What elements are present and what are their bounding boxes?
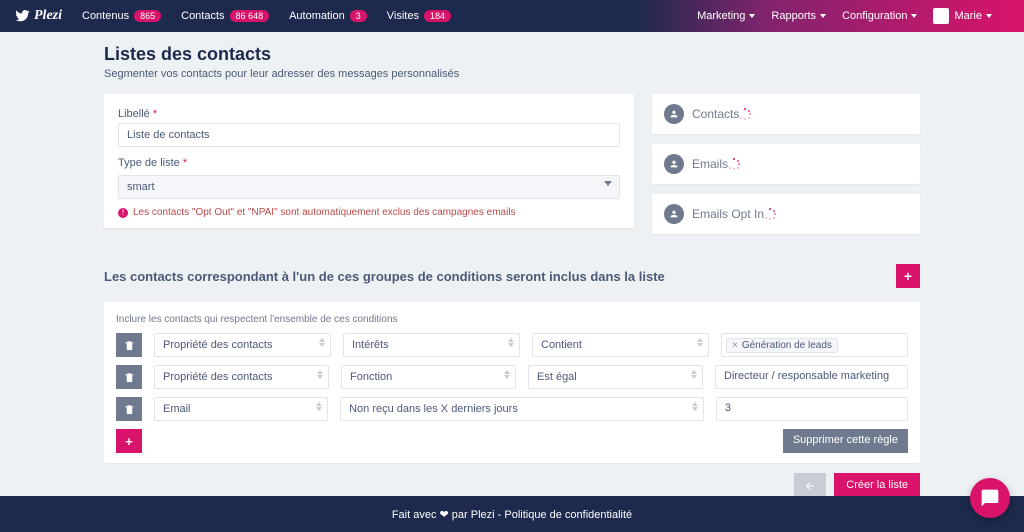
- page: Listes des contacts Segmenter vos contac…: [0, 32, 1024, 499]
- page-title: Listes des contacts: [104, 44, 920, 65]
- spinner-icon: [739, 108, 751, 120]
- sort-icon: [504, 370, 510, 379]
- rule-op-select[interactable]: [532, 333, 709, 357]
- rule-row: Directeur / responsable marketing: [116, 365, 908, 389]
- libelle-input[interactable]: [118, 123, 620, 147]
- chevron-down-icon: [986, 14, 992, 18]
- form-card: Libellé * Type de liste * ! Les contacts…: [104, 94, 634, 228]
- sort-icon: [692, 402, 698, 411]
- rule-value-input[interactable]: 3: [716, 397, 908, 421]
- nav-right: Marketing Rapports Configuration Marie: [697, 8, 1008, 24]
- libelle-label: Libellé *: [118, 108, 620, 120]
- stat-emails-optin: Emails Opt In: [652, 194, 920, 234]
- chevron-down-icon: [604, 181, 612, 186]
- close-icon: ×: [732, 340, 738, 351]
- nav-configuration[interactable]: Configuration: [842, 10, 917, 22]
- section-title: Les contacts correspondant à l'un de ces…: [104, 269, 665, 284]
- sort-icon: [316, 402, 322, 411]
- rule-op-select[interactable]: [528, 365, 703, 389]
- type-select[interactable]: [118, 172, 620, 199]
- type-label: Type de liste *: [118, 157, 620, 169]
- footer: Fait avec ❤ par Plezi - Politique de con…: [0, 496, 1024, 532]
- nav-marketing[interactable]: Marketing: [697, 10, 755, 22]
- sort-icon: [508, 338, 514, 347]
- sort-icon: [319, 338, 325, 347]
- chat-button[interactable]: [970, 478, 1010, 518]
- badge: 86 648: [230, 10, 270, 22]
- person-icon: [664, 104, 684, 124]
- rule-field-select[interactable]: [343, 333, 520, 357]
- rule-field-select[interactable]: [341, 365, 516, 389]
- stat-emails: Emails: [652, 144, 920, 184]
- delete-row-button[interactable]: [116, 333, 142, 357]
- rule-field-select[interactable]: [340, 397, 704, 421]
- person-icon: [664, 154, 684, 174]
- chevron-down-icon: [911, 14, 917, 18]
- tag[interactable]: ×Génération de leads: [726, 338, 838, 353]
- rule-value-input[interactable]: Directeur / responsable marketing: [715, 365, 908, 389]
- nav-automation[interactable]: Automation3: [289, 10, 367, 22]
- brand[interactable]: Plezi: [16, 8, 62, 24]
- sort-icon: [317, 370, 323, 379]
- chevron-down-icon: [749, 14, 755, 18]
- chevron-down-icon: [820, 14, 826, 18]
- avatar: [933, 8, 949, 24]
- badge: 3: [350, 10, 367, 22]
- person-icon: [664, 204, 684, 224]
- rule-value-tags[interactable]: ×Génération de leads: [721, 333, 908, 357]
- sort-icon: [697, 338, 703, 347]
- spinner-icon: [728, 158, 740, 170]
- brand-bird-icon: [16, 9, 30, 23]
- rule-row: ×Génération de leads: [116, 333, 908, 357]
- rule-source-select[interactable]: [154, 365, 329, 389]
- badge: 184: [424, 10, 451, 22]
- nav-contenus[interactable]: Contenus865: [82, 10, 161, 22]
- delete-row-button[interactable]: [116, 397, 142, 421]
- rules-hint: Inclure les contacts qui respectent l'en…: [116, 314, 908, 325]
- brand-name: Plezi: [34, 8, 62, 24]
- section-header: Les contacts correspondant à l'un de ces…: [104, 264, 920, 288]
- rule-source-select[interactable]: [154, 333, 331, 357]
- top-navbar: Plezi Contenus865 Contacts86 648 Automat…: [0, 0, 1024, 32]
- info-icon: !: [118, 208, 128, 218]
- sort-icon: [691, 370, 697, 379]
- delete-row-button[interactable]: [116, 365, 142, 389]
- nav-left: Contenus865 Contacts86 648 Automation3 V…: [82, 10, 471, 22]
- rule-source-select[interactable]: [154, 397, 328, 421]
- nav-user[interactable]: Marie: [933, 8, 992, 24]
- add-group-button[interactable]: +: [896, 264, 920, 288]
- spinner-icon: [764, 208, 776, 220]
- page-subtitle: Segmenter vos contacts pour leur adresse…: [104, 68, 920, 80]
- badge: 865: [134, 10, 161, 22]
- rules-card: Inclure les contacts qui respectent l'en…: [104, 302, 920, 463]
- info-line: ! Les contacts "Opt Out" et "NPAI" sont …: [118, 207, 620, 218]
- rule-row: 3: [116, 397, 908, 421]
- chat-icon: [980, 488, 1000, 508]
- nav-rapports[interactable]: Rapports: [771, 10, 826, 22]
- nav-contacts[interactable]: Contacts86 648: [181, 10, 269, 22]
- stat-contacts: Contacts: [652, 94, 920, 134]
- nav-visites[interactable]: Visites184: [387, 10, 451, 22]
- add-condition-button[interactable]: +: [116, 429, 142, 453]
- delete-rule-button[interactable]: Supprimer cette règle: [783, 429, 908, 453]
